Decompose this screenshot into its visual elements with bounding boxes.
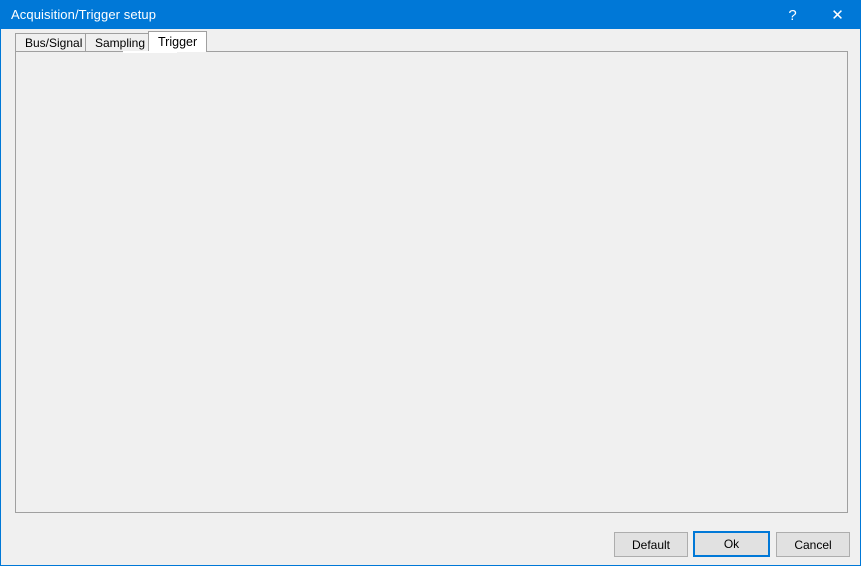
tab-active-seam xyxy=(123,51,177,53)
help-icon[interactable]: ? xyxy=(770,1,815,29)
close-icon[interactable]: ✕ xyxy=(815,1,860,29)
tab-page-trigger xyxy=(15,51,848,513)
window-title: Acquisition/Trigger setup xyxy=(11,7,157,22)
ok-button[interactable]: Ok xyxy=(693,531,770,557)
tab-strip: Bus/Signal Sampling Trigger xyxy=(15,31,848,52)
tab-sampling[interactable]: Sampling xyxy=(85,33,156,51)
dialog-window: Acquisition/Trigger setup ? ✕ Bus/Signal… xyxy=(0,0,861,566)
default-button[interactable]: Default xyxy=(614,532,688,557)
cancel-button[interactable]: Cancel xyxy=(776,532,850,557)
tab-bus-signal[interactable]: Bus/Signal xyxy=(15,33,93,51)
title-bar: Acquisition/Trigger setup ? ✕ xyxy=(1,1,860,29)
tab-trigger[interactable]: Trigger xyxy=(148,31,208,52)
